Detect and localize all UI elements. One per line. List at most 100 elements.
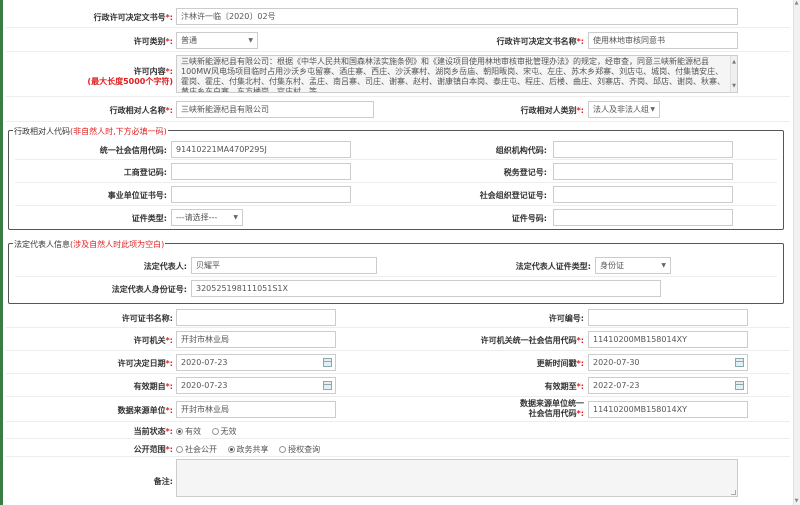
radio-selected-icon[interactable] [227,446,235,453]
row-source-unit: 数据来源单位*: 开封市林业局 数据来源单位统一 社会信用代码*: 1141020… [6,397,790,422]
scroll-down-arrow-icon[interactable]: ▼ [793,498,800,505]
license-no-label: 许可编号: [548,314,584,323]
valid-to-label: 有效期至*: [544,382,584,391]
legal-rep-id-type-select[interactable]: 身份证 ▼ [595,257,671,274]
row-legal-rep-id: 法定代表人身份证号: 320525198111051S1X [15,277,777,299]
cert-type-select[interactable]: ---请选择--- ▼ [171,209,243,226]
license-type-select[interactable]: 普通 ▼ [176,32,258,49]
row-content: 许可内容*: (最大长度5000个字符) 三峡新能源杞县有限公司：根据《中华人民… [6,52,790,97]
scope-option-public[interactable]: 社会公开 [176,445,217,454]
row-decision-date: 许可决定日期*: 2020-07-23 更新时间戳*: 2020-07-30 [6,351,790,374]
authority-uscc-label: 许可机关统一社会信用代码*: [480,336,584,345]
counterpart-type-select[interactable]: 法人及非法人组 ▼ [588,101,660,118]
cert-name-label: 许可证书名称: [121,314,173,323]
calendar-icon[interactable] [323,358,332,367]
row-authority: 许可机关*: 开封市林业局 许可机关统一社会信用代码*: 11410200MB1… [6,328,790,351]
update-time-label: 更新时间戳*: [536,359,584,368]
uscc-input[interactable]: 91410221MA470P295J [171,141,351,158]
radio-selected-icon[interactable] [176,428,183,435]
social-org-input[interactable] [553,186,733,203]
calendar-icon[interactable] [323,381,332,390]
page-scrollbar[interactable] [793,0,800,505]
row-business-reg: 工商登记码: 税务登记号: [15,160,777,183]
tax-reg-input[interactable] [553,163,733,180]
cert-name-input[interactable] [176,309,336,326]
institution-cert-label: 事业单位证书号: [107,191,167,200]
resize-handle-icon[interactable] [731,490,736,495]
business-reg-input[interactable] [171,163,351,180]
source-uscc-input[interactable]: 11410200MB158014XY [588,401,748,418]
org-code-label: 组织机构代码: [495,146,547,155]
valid-from-input[interactable]: 2020-07-23 [176,377,336,394]
row-scope: 公开范围*: 社会公开 政务共享 授权查询 [6,439,790,457]
scroll-up-arrow-icon[interactable]: ▲ [732,57,736,67]
chevron-down-icon: ▼ [661,262,666,269]
cert-type-label: 证件类型: [131,214,167,223]
license-no-input[interactable] [588,309,748,326]
authority-input[interactable]: 开封市林业局 [176,331,336,348]
license-type-label: 许可类别*: [133,37,173,46]
source-unit-input[interactable]: 开封市林业局 [176,401,336,418]
decision-date-input[interactable]: 2020-07-23 [176,354,336,371]
authority-label: 许可机关*: [133,336,173,345]
scroll-down-arrow-icon[interactable]: ▼ [732,81,736,91]
institution-cert-input[interactable] [171,186,351,203]
counterpart-name-input[interactable]: 三峡新能源杞县有限公司 [176,101,374,118]
row-cert-name: 许可证书名称: 许可编号: [6,306,790,328]
row-counterpart: 行政相对人名称*: 三峡新能源杞县有限公司 行政相对人类别*: 法人及非法人组 ▼ [6,97,790,122]
content-textarea[interactable]: 三峡新能源杞县有限公司：根据《中华人民共和国森林法实施条例》和《建设项目使用林地… [176,55,738,93]
scope-label: 公开范围*: [133,445,173,454]
status-radio-group: 有效 无效 [176,426,245,437]
business-reg-label: 工商登记码: [123,168,167,177]
chevron-down-icon: ▼ [233,214,238,221]
source-uscc-label: 数据来源单位统一 社会信用代码*: [520,399,584,418]
content-textarea-scrollbar[interactable]: ▲ ▼ [730,56,737,92]
scope-option-authorized[interactable]: 授权查询 [279,445,320,454]
calendar-icon[interactable] [735,381,744,390]
decision-no-input[interactable]: 汴林许一临〔2020〕02号 [176,8,738,25]
status-option-valid[interactable]: 有效 [176,427,201,436]
counterpart-type-label: 行政相对人类别*: [520,106,584,115]
decision-name-input[interactable]: 使用林地审核同意书 [588,32,738,49]
radio-icon[interactable] [279,446,287,453]
legal-rep-id-no-label: 法定代表人身份证号: [111,285,187,294]
cert-no-label: 证件号码: [511,214,547,223]
update-time-input[interactable]: 2020-07-30 [588,354,748,371]
row-license-type: 许可类别*: 普通 ▼ 行政许可决定文书名称*: 使用林地审核同意书 [6,28,790,52]
org-code-input[interactable] [553,141,733,158]
authority-uscc-input[interactable]: 11410200MB158014XY [588,331,748,348]
row-institution-cert: 事业单位证书号: 社会组织登记证号: [15,183,777,206]
legal-rep-id-type-label: 法定代表人证件类型: [515,262,591,271]
chevron-down-icon: ▼ [248,37,253,44]
source-unit-label: 数据来源单位*: [117,406,173,415]
row-decision-no: 行政许可决定文书号*: 汴林许一临〔2020〕02号 [6,5,790,28]
calendar-icon[interactable] [735,358,744,367]
scope-radio-group: 社会公开 政务共享 授权查询 [176,444,328,455]
content-length-hint: (最大长度5000个字符) [87,77,173,86]
row-status: 当前状态*: 有效 无效 [6,422,790,439]
status-label: 当前状态*: [133,427,173,436]
radio-icon[interactable] [211,428,219,435]
scroll-up-arrow-icon[interactable]: ▲ [793,0,800,7]
scope-option-gov-share[interactable]: 政务共享 [227,445,269,454]
remark-textarea[interactable] [176,459,738,497]
remark-label: 备注: [153,477,173,486]
valid-to-input[interactable]: 2022-07-23 [588,377,748,394]
status-option-invalid[interactable]: 无效 [211,427,237,436]
legal-rep-name-label: 法定代表人: [143,262,187,271]
legal-rep-legend: 法定代表人信息(涉及自然人时此项为空白) [13,239,166,250]
social-org-label: 社会组织登记证号: [479,191,547,200]
legal-rep-name-input[interactable]: 贝耀平 [191,257,377,274]
legal-rep-id-no-input[interactable]: 320525198111051S1X [191,280,661,297]
tax-reg-label: 税务登记号: [503,168,547,177]
counterpart-codes-legend: 行政相对人代码(非自然人时,下方必填一码) [13,126,168,137]
valid-from-label: 有效期自*: [133,382,173,391]
row-legal-rep: 法定代表人: 贝耀平 法定代表人证件类型: 身份证 ▼ [15,254,777,277]
decision-no-label: 行政许可决定文书号*: [93,13,173,22]
row-cert-type: 证件类型: ---请选择--- ▼ 证件号码: [15,206,777,228]
decision-date-label: 许可决定日期*: [117,359,173,368]
row-valid-period: 有效期自*: 2020-07-23 有效期至*: 2022-07-23 [6,374,790,397]
cert-no-input[interactable] [553,209,733,226]
row-uscc: 统一社会信用代码: 91410221MA470P295J 组织机构代码: [15,138,777,160]
radio-icon[interactable] [176,446,183,453]
